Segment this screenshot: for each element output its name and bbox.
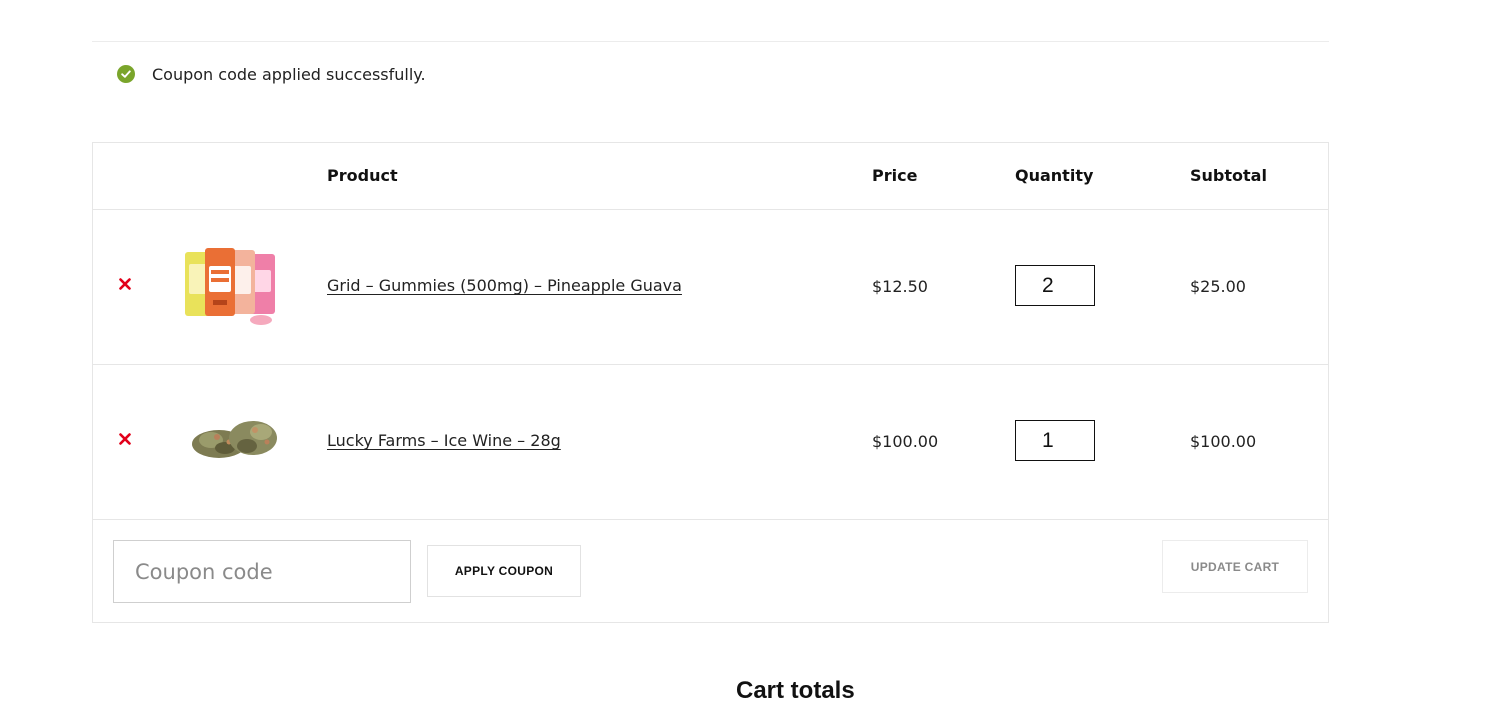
check-circle-icon: [117, 65, 135, 83]
notice-message: Coupon code applied successfully.: [152, 64, 426, 84]
product-link[interactable]: Lucky Farms – Ice Wine – 28g: [327, 431, 561, 450]
coupon-code-input[interactable]: [113, 540, 411, 603]
success-notice: Coupon code applied successfully.: [117, 62, 426, 86]
quantity-input[interactable]: [1015, 265, 1095, 306]
product-subtotal: $25.00: [1190, 277, 1246, 296]
header-price: Price: [872, 166, 918, 185]
cart-table: Product Price Quantity Subtotal Grid – G…: [92, 142, 1329, 623]
remove-item-icon[interactable]: [118, 277, 132, 291]
product-subtotal: $100.00: [1190, 432, 1257, 451]
update-cart-button[interactable]: UPDATE CART: [1162, 540, 1308, 593]
cart-actions: APPLY COUPON UPDATE CART: [93, 520, 1328, 622]
header-quantity: Quantity: [1015, 166, 1094, 185]
apply-coupon-button[interactable]: APPLY COUPON: [427, 545, 581, 597]
quantity-input[interactable]: [1015, 420, 1095, 461]
cart-item-row: Grid – Gummies (500mg) – Pineapple Guava…: [93, 209, 1328, 365]
product-price: $12.50: [872, 277, 928, 296]
cannabis-product-thumbnail[interactable]: [189, 416, 281, 467]
cart-item-row: Lucky Farms – Ice Wine – 28g $100.00 $10…: [93, 364, 1328, 520]
header-product: Product: [327, 166, 398, 185]
cart-totals-title: Cart totals: [736, 677, 855, 704]
gummies-product-thumbnail[interactable]: [183, 248, 279, 335]
product-link[interactable]: Grid – Gummies (500mg) – Pineapple Guava: [327, 276, 682, 295]
header-subtotal: Subtotal: [1190, 166, 1267, 185]
product-price: $100.00: [872, 432, 939, 451]
remove-item-icon[interactable]: [118, 432, 132, 446]
top-divider: [92, 41, 1329, 42]
cart-table-header: Product Price Quantity Subtotal: [93, 143, 1328, 210]
